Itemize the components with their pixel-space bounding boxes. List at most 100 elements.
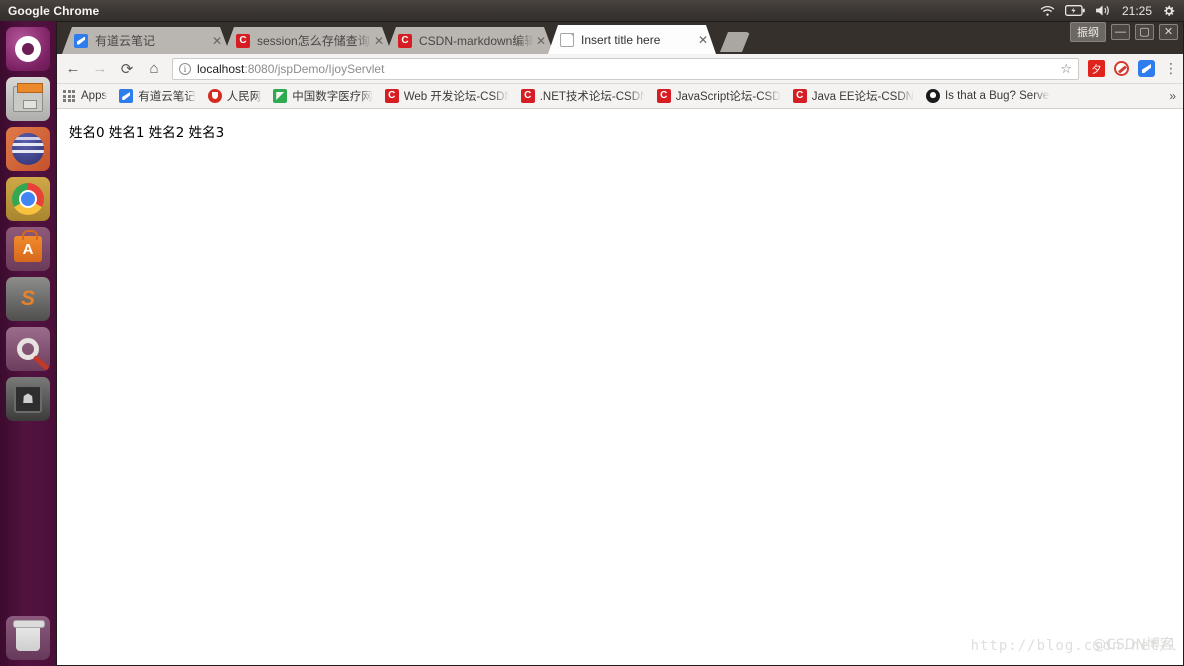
eclipse-icon — [12, 133, 44, 165]
tab-youdao[interactable]: 有道云笔记 ✕ — [62, 27, 230, 54]
bookmark-label: Is that a Bug? Server — [944, 90, 1050, 102]
servlet-output-text: 姓名0 姓名1 姓名2 姓名3 — [69, 125, 225, 141]
tab-title: 有道云笔记 — [95, 34, 156, 48]
bookmark-youdao[interactable]: 有道云笔记 — [119, 88, 196, 104]
tab-csdn-markdown[interactable]: C CSDN-markdown编辑器 ✕ — [386, 27, 554, 54]
csdn-icon: C — [236, 34, 250, 48]
bookmark-label: 人民网 — [226, 91, 262, 103]
close-button[interactable]: ✕ — [1159, 24, 1178, 40]
browser-toolbar: ← → ⟳ ⌂ i localhost:8080/jspDemo/IjoySer… — [56, 54, 1184, 84]
csdn-icon: C — [384, 89, 399, 103]
launcher-item-sublime-text[interactable]: S — [6, 277, 50, 321]
tab-strip: 有道云笔记 ✕ C session怎么存储查询 ✕ C CSDN-markdow… — [56, 21, 1184, 54]
launcher-item-eclipse[interactable] — [6, 127, 50, 171]
window-controls: 振纲 — ▢ ✕ — [1070, 21, 1178, 43]
forward-button[interactable]: → — [91, 60, 109, 78]
new-tab-button[interactable] — [720, 32, 750, 52]
page-content: 姓名0 姓名1 姓名2 姓名3 http://blog.csdn.net/l @… — [56, 109, 1184, 664]
launcher-item-ubuntu-dash[interactable] — [6, 27, 50, 71]
csdn-icon: C — [520, 89, 535, 103]
bookmark-label: 有道云笔记 — [138, 91, 196, 103]
launcher-item-terminal[interactable]: ☗ — [6, 377, 50, 421]
bookmark-dotnet-forum[interactable]: C .NET技术论坛-CSDN — [520, 88, 645, 104]
ubuntu-logo-icon — [15, 36, 41, 62]
maximize-button[interactable]: ▢ — [1135, 24, 1154, 40]
bookmark-label: Web 开发论坛-CSDN — [403, 91, 509, 103]
address-bar[interactable]: i localhost:8080/jspDemo/IjoyServlet ☆ — [172, 57, 1079, 80]
desktop-screen: Google Chrome 21:25 A S ☗ 有道云笔记 ✕ C sess… — [0, 0, 1184, 666]
renmin-icon — [207, 89, 222, 103]
volume-icon[interactable] — [1095, 4, 1112, 17]
youdao-clip-extension-icon[interactable]: 夕 — [1088, 60, 1105, 77]
tab-title: Insert title here — [581, 32, 661, 47]
csdn-icon: C — [792, 89, 807, 103]
youdao-note-extension-icon[interactable] — [1138, 60, 1155, 77]
wrench-icon — [32, 354, 50, 371]
bookmark-web-forum[interactable]: C Web 开发论坛-CSDN — [384, 88, 509, 104]
tab-insert-title-here[interactable]: Insert title here ✕ — [548, 25, 716, 54]
launcher-item-chrome[interactable] — [6, 177, 50, 221]
sublime-icon: S — [20, 287, 35, 310]
bookmark-javaee-forum[interactable]: C Java EE论坛-CSDN — [792, 88, 914, 104]
unity-top-panel: Google Chrome 21:25 — [0, 0, 1184, 21]
csdn-icon: C — [656, 89, 671, 103]
youdao-icon — [119, 89, 134, 103]
reload-button[interactable]: ⟳ — [118, 60, 136, 78]
bookmark-label: JavaScript论坛-CSDN — [675, 91, 781, 103]
terminal-icon: ☗ — [14, 385, 42, 413]
chrome-menu-button[interactable]: ⋮ — [1164, 60, 1178, 77]
close-icon[interactable]: ✕ — [534, 34, 548, 48]
bookmark-is-that-a-bug[interactable]: Is that a Bug? Server — [925, 89, 1050, 103]
csdn-watermark: http://blog.csdn.net/l @CSDN博客 — [971, 637, 1178, 654]
files-icon — [13, 83, 43, 112]
bookmark-label: Java EE论坛-CSDN — [811, 91, 914, 103]
launcher-item-system-settings[interactable] — [6, 327, 50, 371]
chrome-window: 有道云笔记 ✕ C session怎么存储查询 ✕ C CSDN-markdow… — [56, 21, 1184, 666]
apps-grid-icon — [62, 89, 76, 103]
bookmark-label: .NET技术论坛-CSDN — [539, 91, 645, 103]
tab-session[interactable]: C session怎么存储查询 ✕ — [224, 27, 392, 54]
page-right-gutter — [1176, 109, 1184, 664]
page-info-icon[interactable]: i — [179, 62, 191, 75]
settings-gear-icon — [17, 338, 50, 371]
panel-app-name[interactable]: Google Chrome — [8, 4, 99, 18]
launcher-item-files[interactable] — [6, 77, 50, 121]
yiliao-icon — [273, 89, 288, 103]
close-icon[interactable]: ✕ — [372, 34, 386, 48]
panel-indicators: 21:25 — [1040, 4, 1184, 18]
tab-title: CSDN-markdown编辑器 — [419, 34, 534, 48]
github-icon — [925, 89, 940, 103]
page-icon — [560, 33, 574, 47]
youdao-icon — [74, 34, 88, 48]
home-button[interactable]: ⌂ — [145, 60, 163, 78]
trash-icon — [13, 620, 45, 651]
tab-title: session怎么存储查询 — [257, 34, 370, 48]
adblock-extension-icon[interactable] — [1114, 61, 1129, 76]
bookmark-yiliao[interactable]: 中国数字医疗网 — [273, 88, 373, 104]
launcher-item-trash[interactable] — [6, 616, 50, 660]
bookmark-renmin[interactable]: 人民网 — [207, 88, 262, 104]
gear-icon[interactable] — [1162, 4, 1176, 18]
bookmarks-bar: Apps 有道云笔记 人民网 中国数字医疗网 C Web 开发论坛-CSDN C… — [56, 84, 1184, 109]
software-center-icon: A — [14, 230, 42, 262]
chrome-icon — [12, 183, 44, 215]
user-badge[interactable]: 振纲 — [1070, 22, 1106, 42]
launcher-item-ubuntu-software[interactable]: A — [6, 227, 50, 271]
unity-launcher: A S ☗ — [0, 21, 56, 666]
bookmarks-overflow-button[interactable]: » — [1169, 89, 1176, 103]
watermark-overlay: @CSDN博客 — [1092, 637, 1174, 653]
bookmark-label: 中国数字医疗网 — [292, 91, 373, 103]
url-host: localhost — [197, 61, 245, 76]
url-text: localhost:8080/jspDemo/IjoyServlet — [197, 62, 384, 76]
bookmark-star-icon[interactable]: ☆ — [1060, 61, 1072, 77]
close-icon[interactable]: ✕ — [210, 34, 224, 48]
bookmark-javascript-forum[interactable]: C JavaScript论坛-CSDN — [656, 88, 781, 104]
panel-clock[interactable]: 21:25 — [1122, 4, 1152, 18]
battery-icon[interactable] — [1064, 5, 1085, 16]
bookmark-apps[interactable]: Apps — [62, 89, 107, 103]
minimize-button[interactable]: — — [1111, 24, 1130, 40]
url-path: :8080/jspDemo/IjoyServlet — [244, 61, 385, 76]
wifi-icon[interactable] — [1040, 5, 1055, 17]
close-icon[interactable]: ✕ — [696, 33, 710, 47]
back-button[interactable]: ← — [64, 60, 82, 78]
